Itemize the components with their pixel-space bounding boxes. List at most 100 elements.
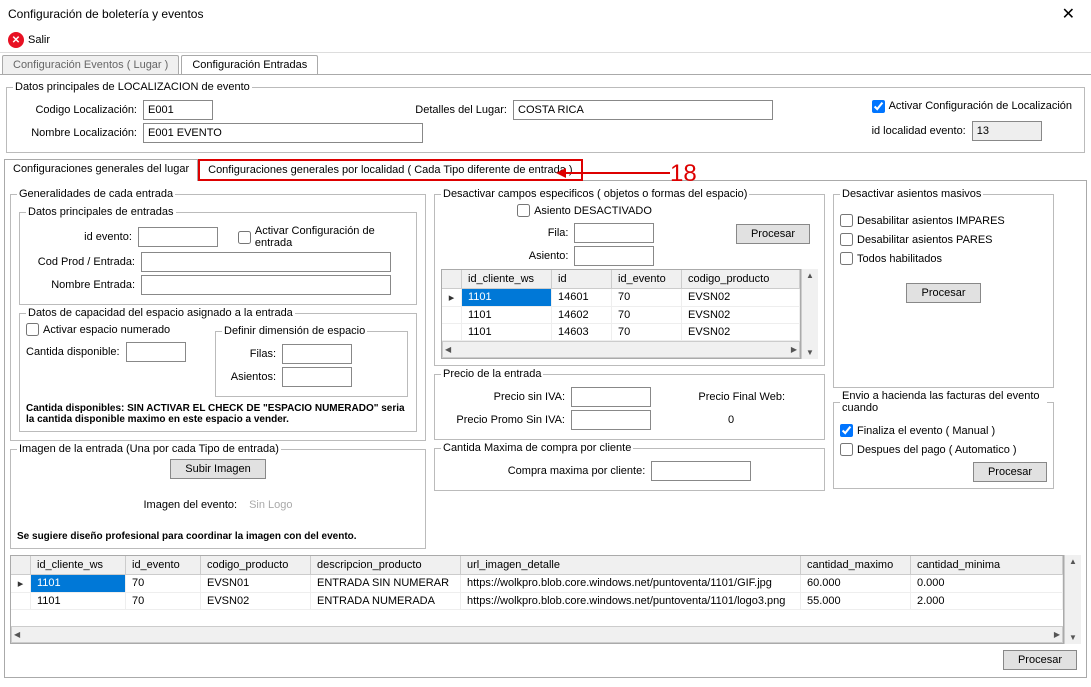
nombre-entrada-label: Nombre Entrada: xyxy=(26,279,141,291)
datos-entradas-legend: Datos principales de entradas xyxy=(26,206,176,218)
procesar-masivos-button[interactable]: Procesar xyxy=(906,283,980,303)
imagen-evento-label: Imagen del evento: xyxy=(143,499,237,511)
annotation-arrow xyxy=(560,172,670,174)
datos-entradas-fieldset: Datos principales de entradas id evento:… xyxy=(19,206,417,305)
tab-config-entradas[interactable]: Configuración Entradas xyxy=(181,55,318,74)
col-id: id xyxy=(552,270,612,288)
table-row[interactable]: ▸ 1101 70 EVSN01 ENTRADA SIN NUMERAR htt… xyxy=(11,575,1063,593)
asiento-input[interactable] xyxy=(574,246,654,266)
filas-label: Filas: xyxy=(222,348,282,360)
detalles-label: Detalles del Lugar: xyxy=(323,104,513,116)
close-icon[interactable]: ✕ xyxy=(1054,4,1083,24)
col-b-evento: id_evento xyxy=(126,556,201,574)
desact-masivos-fieldset: Desactivar asientos masivos Desabilitar … xyxy=(833,188,1054,388)
bottom-scroll-h[interactable]: ◀▶ xyxy=(11,626,1063,643)
imagen-fieldset: Imagen de la entrada (Una por cada Tipo … xyxy=(10,443,426,549)
precio-fieldset: Precio de la entrada Precio sin IVA: Pre… xyxy=(434,368,825,440)
subir-imagen-button[interactable]: Subir Imagen xyxy=(170,459,265,479)
generalidades-legend: Generalidades de cada entrada xyxy=(17,188,175,200)
fila-input[interactable] xyxy=(574,223,654,243)
procesar-desact-button[interactable]: Procesar xyxy=(736,224,810,244)
col-codigo-prod: codigo_producto xyxy=(682,270,800,288)
pares-check[interactable]: Desabilitar asientos PARES xyxy=(840,233,1047,246)
cod-prod-label: Cod Prod / Entrada: xyxy=(26,256,141,268)
cod-prod-input[interactable] xyxy=(141,252,391,272)
table-row[interactable]: ▸ 1101 14601 70 EVSN02 xyxy=(442,289,800,307)
filas-input[interactable] xyxy=(282,344,352,364)
precio-sin-iva-label: Precio sin IVA: xyxy=(441,391,571,403)
precio-promo-label: Precio Promo Sin IVA: xyxy=(441,414,571,426)
compra-max-input[interactable] xyxy=(651,461,751,481)
definir-dim-legend: Definir dimensión de espacio xyxy=(222,325,367,337)
detalles-input[interactable] xyxy=(513,100,773,120)
procesar-envio-button[interactable]: Procesar xyxy=(973,462,1047,482)
subtab-generales-lugar[interactable]: Configuraciones generales del lugar xyxy=(4,159,198,181)
asientos-label: Asientos: xyxy=(222,371,282,383)
col-b-max: cantidad_maximo xyxy=(801,556,911,574)
despues-check[interactable]: Despues del pago ( Automatico ) xyxy=(840,443,1047,456)
nombre-loc-input[interactable] xyxy=(143,123,423,143)
col-b-desc: descripcion_producto xyxy=(311,556,461,574)
precio-sin-iva-input[interactable] xyxy=(571,387,651,407)
desactivar-campos-legend: Desactivar campos especificos ( objetos … xyxy=(441,188,749,200)
capacidad-fieldset: Datos de capacidad del espacio asignado … xyxy=(19,307,417,432)
scrollbar-h[interactable]: ◀▶ xyxy=(442,341,800,358)
bottom-scroll-v[interactable]: ▲▼ xyxy=(1064,555,1081,644)
desact-grid[interactable]: id_cliente_ws id id_evento codigo_produc… xyxy=(441,269,801,359)
capacidad-legend: Datos de capacidad del espacio asignado … xyxy=(26,307,295,319)
salir-button[interactable]: ✕ Salir xyxy=(8,32,50,48)
bottom-grid[interactable]: id_cliente_ws id_evento codigo_producto … xyxy=(10,555,1064,644)
desact-masivos-legend: Desactivar asientos masivos xyxy=(840,188,983,200)
asientos-input[interactable] xyxy=(282,367,352,387)
col-b-url: url_imagen_detalle xyxy=(461,556,801,574)
col-id-cliente: id_cliente_ws xyxy=(462,270,552,288)
codigo-loc-input[interactable] xyxy=(143,100,213,120)
sin-logo-text: Sin Logo xyxy=(249,499,292,511)
salir-label: Salir xyxy=(28,34,50,46)
codigo-loc-label: Codigo Localización: xyxy=(13,104,143,116)
col-b-codigo: codigo_producto xyxy=(201,556,311,574)
id-localidad-label: id localidad evento: xyxy=(872,125,972,137)
table-row[interactable]: 1101 14602 70 EVSN02 xyxy=(442,307,800,324)
definir-dim-fieldset: Definir dimensión de espacio Filas: Asie… xyxy=(215,325,408,397)
activar-loc-check[interactable]: Activar Configuración de Localización xyxy=(872,100,1072,113)
precio-final-label: Precio Final Web: xyxy=(671,391,791,403)
nombre-loc-label: Nombre Localización: xyxy=(13,127,143,139)
annotation-18: 18 xyxy=(670,160,697,188)
activar-espacio-check[interactable]: Activar espacio numerado xyxy=(26,323,205,336)
generalidades-fieldset: Generalidades de cada entrada Datos prin… xyxy=(10,188,426,441)
subtab-generales-localidad[interactable]: Configuraciones generales por localidad … xyxy=(198,159,582,181)
imagen-nota: Se sugiere diseño profesional para coord… xyxy=(17,531,419,542)
col-b-min: cantidad_minima xyxy=(911,556,1063,574)
precio-promo-input[interactable] xyxy=(571,410,651,430)
capacidad-nota: Cantida disponibles: SIN ACTIVAR EL CHEC… xyxy=(26,403,410,425)
procesar-bottom-button[interactable]: Procesar xyxy=(1003,650,1077,670)
precio-legend: Precio de la entrada xyxy=(441,368,543,380)
compra-max-label: Compra maxima por cliente: xyxy=(508,465,652,477)
col-id-evento: id_evento xyxy=(612,270,682,288)
nombre-entrada-input[interactable] xyxy=(141,275,391,295)
table-row[interactable]: 1101 14603 70 EVSN02 xyxy=(442,324,800,341)
annotation-arrowhead xyxy=(556,168,566,178)
scrollbar-v[interactable]: ▲▼ xyxy=(801,269,818,359)
cantmax-fieldset: Cantida Maxima de compra por cliente Com… xyxy=(434,442,825,491)
asiento-desact-check[interactable]: Asiento DESACTIVADO xyxy=(517,204,652,217)
tab-config-eventos[interactable]: Configuración Eventos ( Lugar ) xyxy=(2,55,179,74)
id-evento-input[interactable] xyxy=(138,227,218,247)
exit-icon: ✕ xyxy=(8,32,24,48)
window-title: Configuración de boletería y eventos xyxy=(8,7,1054,21)
fila-label: Fila: xyxy=(514,227,574,239)
col-b-cliente: id_cliente_ws xyxy=(31,556,126,574)
cantida-disp-input[interactable] xyxy=(126,342,186,362)
impares-check[interactable]: Desabilitar asientos IMPARES xyxy=(840,214,1047,227)
activar-entrada-check[interactable]: Activar Configuración de entrada xyxy=(238,225,410,249)
finaliza-check[interactable]: Finaliza el evento ( Manual ) xyxy=(840,424,1047,437)
precio-final-val: 0 xyxy=(671,414,791,426)
asiento-label: Asiento: xyxy=(514,250,574,262)
localizacion-legend: Datos principales de LOCALIZACION de eve… xyxy=(13,81,252,93)
cantmax-legend: Cantida Maxima de compra por cliente xyxy=(441,442,633,454)
table-row[interactable]: 1101 70 EVSN02 ENTRADA NUMERADA https://… xyxy=(11,593,1063,610)
id-localidad-input xyxy=(972,121,1042,141)
id-evento-label: id evento: xyxy=(26,231,138,243)
todos-check[interactable]: Todos habilitados xyxy=(840,252,1047,265)
